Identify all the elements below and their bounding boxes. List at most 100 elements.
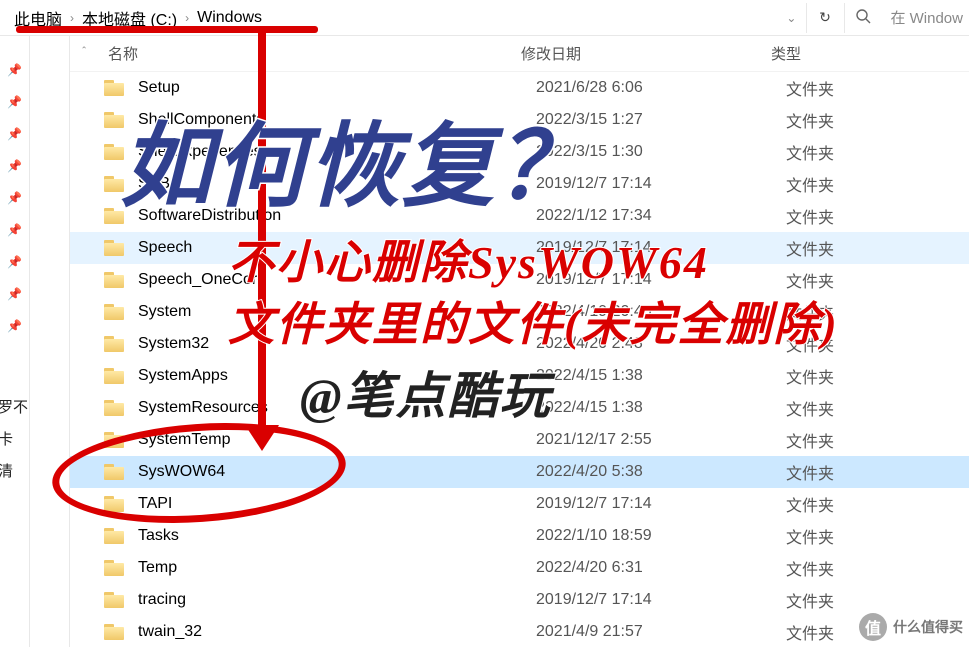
file-row[interactable]: Speech2019/12/7 17:14文件夹 (70, 232, 969, 264)
pin-icon: 📌 (0, 118, 29, 150)
file-type: 文件夹 (786, 524, 969, 548)
file-name: tracing (138, 591, 536, 609)
file-date: 2022/1/10 18:59 (536, 527, 786, 545)
folder-icon (104, 142, 124, 162)
refresh-button[interactable]: ↻ (806, 3, 842, 33)
file-date: 2019/12/7 17:14 (536, 271, 786, 289)
search-input[interactable]: 在 Window (882, 7, 963, 28)
folder-icon (104, 622, 124, 642)
file-date: 2022/4/20 2:48 (536, 335, 786, 353)
column-type-header[interactable]: 类型 (771, 43, 969, 64)
folder-icon (104, 462, 124, 482)
file-date: 2019/12/7 17:14 (536, 495, 786, 513)
sidebar-fragment: 清 (0, 456, 28, 488)
file-type: 文件夹 (786, 620, 969, 644)
file-row[interactable]: SystemResources2022/4/15 1:38文件夹 (70, 392, 969, 424)
folder-icon (104, 270, 124, 290)
file-name: SKB (138, 175, 536, 193)
file-name: System32 (138, 335, 536, 353)
tree-gutter (30, 36, 70, 647)
file-row[interactable]: twain_322021/4/9 21:57文件夹 (70, 616, 969, 648)
columns-header: ＾ 名称 修改日期 类型 (70, 36, 969, 72)
folder-icon (104, 430, 124, 450)
sidebar-fragment: 罗不 (0, 392, 28, 424)
file-name: TAPI (138, 495, 536, 513)
crumb-this-pc[interactable]: 此电脑 (14, 6, 62, 30)
file-row[interactable]: System2022/4/19 20:40文件夹 (70, 296, 969, 328)
crumb-drive-c[interactable]: 本地磁盘 (C:) (82, 6, 177, 30)
file-type: 文件夹 (786, 396, 969, 420)
file-type: 文件夹 (786, 108, 969, 132)
file-name: ShellComponents (138, 111, 536, 129)
file-date: 2022/3/15 1:30 (536, 143, 786, 161)
sidebar-fragment: 卡 (0, 424, 28, 456)
file-row[interactable]: TAPI2019/12/7 17:14文件夹 (70, 488, 969, 520)
file-date: 2022/4/19 20:40 (536, 303, 786, 321)
file-name: SysWOW64 (138, 463, 536, 481)
pin-icon: 📌 (0, 54, 29, 86)
file-row[interactable]: ShellExperiences2022/3/15 1:30文件夹 (70, 136, 969, 168)
file-date: 2021/12/17 2:55 (536, 431, 786, 449)
file-type: 文件夹 (786, 332, 969, 356)
file-date: 2022/1/12 17:34 (536, 207, 786, 225)
pin-icon: 📌 (0, 86, 29, 118)
file-list: Setup2021/6/28 6:06文件夹ShellComponents202… (70, 72, 969, 648)
folder-icon (104, 526, 124, 546)
file-row[interactable]: Temp2022/4/20 6:31文件夹 (70, 552, 969, 584)
folder-icon (104, 334, 124, 354)
file-name: SystemResources (138, 399, 536, 417)
address-dropdown-icon[interactable]: ⌄ (778, 11, 804, 25)
folder-icon (104, 366, 124, 386)
file-row[interactable]: SoftwareDistribution2022/1/12 17:34文件夹 (70, 200, 969, 232)
column-name-header[interactable]: 名称 (104, 43, 521, 64)
folder-icon (104, 398, 124, 418)
file-type: 文件夹 (786, 300, 969, 324)
search-button[interactable] (844, 3, 880, 33)
content-area: 📌 📌 📌 📌 📌 📌 📌 📌 📌 ＾ 名称 修改日期 类型 Setup2021… (0, 36, 969, 647)
quick-access-strip: 📌 📌 📌 📌 📌 📌 📌 📌 📌 (0, 36, 30, 647)
file-row[interactable]: SystemApps2022/4/15 1:38文件夹 (70, 360, 969, 392)
file-date: 2019/12/7 17:14 (536, 591, 786, 609)
sidebar-fragments: 罗不 卡 清 (0, 392, 28, 488)
crumb-windows[interactable]: Windows (197, 9, 262, 27)
file-name: ShellExperiences (138, 143, 536, 161)
pin-icon: 📌 (0, 182, 29, 214)
file-name: Setup (138, 79, 536, 97)
file-type: 文件夹 (786, 172, 969, 196)
column-date-header[interactable]: 修改日期 (521, 43, 771, 64)
file-row[interactable]: Tasks2022/1/10 18:59文件夹 (70, 520, 969, 552)
refresh-icon: ↻ (819, 9, 831, 26)
chevron-right-icon[interactable]: › (185, 11, 189, 25)
file-date: 2019/12/7 17:14 (536, 175, 786, 193)
folder-icon (104, 110, 124, 130)
up-caret-icon[interactable]: ＾ (78, 45, 104, 62)
search-icon (855, 8, 871, 27)
file-row[interactable]: SysWOW642022/4/20 5:38文件夹 (70, 456, 969, 488)
file-row[interactable]: Speech_OneCore2019/12/7 17:14文件夹 (70, 264, 969, 296)
file-name: SystemTemp (138, 431, 536, 449)
file-name: Tasks (138, 527, 536, 545)
file-name: Speech (138, 239, 536, 257)
file-row[interactable]: ShellComponents2022/3/15 1:27文件夹 (70, 104, 969, 136)
pin-icon: 📌 (0, 246, 29, 278)
folder-icon (104, 558, 124, 578)
pin-icon: 📌 (0, 214, 29, 246)
folder-icon (104, 206, 124, 226)
folder-icon (104, 238, 124, 258)
file-row[interactable]: SystemTemp2021/12/17 2:55文件夹 (70, 424, 969, 456)
file-row[interactable]: tracing2019/12/7 17:14文件夹 (70, 584, 969, 616)
file-name: SoftwareDistribution (138, 207, 536, 225)
file-date: 2021/6/28 6:06 (536, 79, 786, 97)
pin-icon: 📌 (0, 150, 29, 182)
breadcrumb[interactable]: 此电脑 › 本地磁盘 (C:) › Windows (6, 2, 776, 34)
file-date: 2021/4/9 21:57 (536, 623, 786, 641)
file-type: 文件夹 (786, 268, 969, 292)
file-row[interactable]: SKB2019/12/7 17:14文件夹 (70, 168, 969, 200)
file-type: 文件夹 (786, 428, 969, 452)
file-row[interactable]: System322022/4/20 2:48文件夹 (70, 328, 969, 360)
file-type: 文件夹 (786, 236, 969, 260)
file-name: System (138, 303, 536, 321)
file-name: SystemApps (138, 367, 536, 385)
file-row[interactable]: Setup2021/6/28 6:06文件夹 (70, 72, 969, 104)
chevron-right-icon[interactable]: › (70, 11, 74, 25)
